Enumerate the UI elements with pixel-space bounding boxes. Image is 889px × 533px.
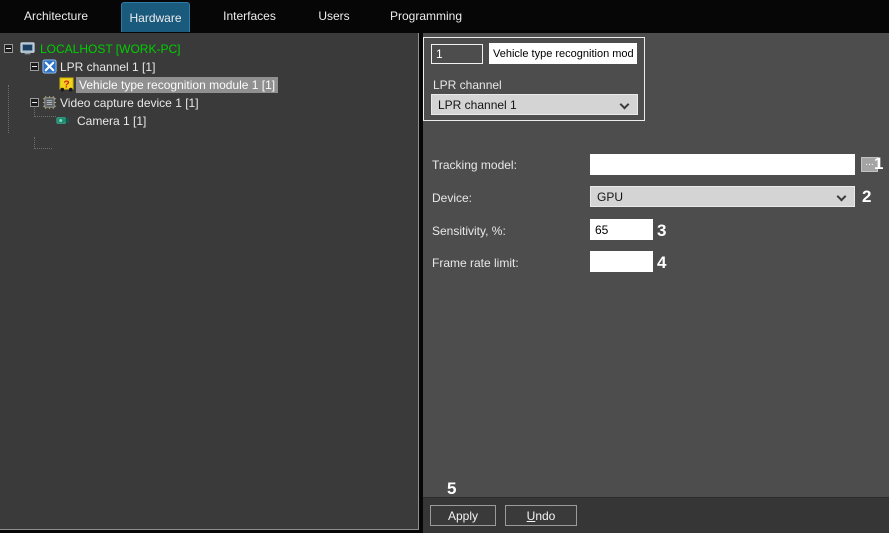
annotation-2: 2 (862, 188, 871, 205)
camera-icon (56, 113, 71, 128)
tree-item-label: Camera 1 [1] (77, 114, 146, 128)
tab-label: Hardware (129, 11, 181, 25)
tree-item-localhost[interactable]: LOCALHOST [WORK-PC] (0, 40, 418, 58)
annotation-3: 3 (657, 222, 666, 239)
object-settings-panel: LPR channel LPR channel 1 Tracking model… (423, 33, 889, 533)
chip-icon (42, 95, 57, 110)
tab-label: Interfaces (223, 9, 276, 23)
monitor-icon (20, 41, 35, 56)
minus-glyph (32, 66, 37, 67)
sensitivity-label: Sensitivity, %: (432, 224, 506, 238)
tree-item-vehicle-module[interactable]: ? Vehicle type recognition module 1 [1] (0, 76, 418, 94)
collapse-toggle[interactable] (30, 98, 39, 107)
ellipsis-icon: ... (865, 157, 873, 168)
tab-users[interactable]: Users (306, 0, 362, 32)
tracking-model-input[interactable] (590, 154, 855, 175)
device-select[interactable]: GPU (590, 186, 855, 207)
annotation-4: 4 (657, 254, 666, 271)
frame-rate-limit-label: Frame rate limit: (432, 256, 519, 270)
tree-item-lpr-channel[interactable]: LPR channel 1 [1] (0, 58, 418, 76)
tree-item-video-capture-device[interactable]: Video capture device 1 [1] (0, 94, 418, 112)
main-tab-bar: Architecture Hardware Interfaces Users P… (0, 0, 889, 32)
tab-label: Programming (390, 9, 462, 23)
object-id-field[interactable] (431, 44, 483, 64)
object-name-field[interactable] (489, 43, 637, 64)
tree-item-label: Video capture device 1 [1] (60, 96, 199, 110)
chevron-down-icon (837, 192, 847, 202)
lpr-channel-icon (42, 59, 57, 74)
vehicle-module-icon: ? (59, 77, 74, 92)
tab-hardware[interactable]: Hardware (121, 2, 190, 32)
lpr-channel-label: LPR channel (433, 78, 502, 92)
tracking-model-label: Tracking model: (432, 158, 517, 172)
lpr-channel-select[interactable]: LPR channel 1 (431, 94, 638, 115)
tree-item-label: LOCALHOST [WORK-PC] (40, 42, 180, 56)
undo-button[interactable]: Undo (505, 505, 577, 526)
undo-button-label: ndo (535, 509, 555, 523)
device-select-value: GPU (597, 190, 623, 204)
lpr-channel-select-value: LPR channel 1 (438, 98, 517, 112)
apply-button-label: Apply (448, 509, 478, 523)
tree-item-label-selected: Vehicle type recognition module 1 [1] (76, 77, 278, 93)
svg-text:?: ? (63, 79, 69, 90)
annotation-1: 1 (874, 155, 883, 172)
tab-programming[interactable]: Programming (383, 0, 469, 32)
device-label: Device: (432, 191, 472, 205)
tree-item-camera[interactable]: Camera 1 [1] (0, 112, 418, 130)
minus-glyph (32, 102, 37, 103)
collapse-toggle[interactable] (4, 44, 13, 53)
tab-label: Users (318, 9, 349, 23)
hardware-tree-panel: LOCALHOST [WORK-PC] LPR channel 1 [1] ? … (0, 33, 419, 530)
minus-glyph (6, 48, 11, 49)
chevron-down-icon (620, 100, 630, 110)
undo-button-mnemonic: U (527, 509, 536, 523)
apply-button[interactable]: Apply (430, 505, 496, 526)
object-identity-box: LPR channel LPR channel 1 (423, 37, 645, 121)
tree-guide-line (34, 137, 52, 149)
tree-item-label: LPR channel 1 [1] (60, 60, 155, 74)
sensitivity-input[interactable] (590, 219, 653, 240)
frame-rate-limit-input[interactable] (590, 251, 653, 272)
tab-interfaces[interactable]: Interfaces (206, 0, 293, 32)
collapse-toggle[interactable] (30, 62, 39, 71)
annotation-5: 5 (447, 480, 456, 497)
tab-label: Architecture (24, 9, 88, 23)
bottom-button-bar: Apply Undo (423, 497, 889, 533)
tab-architecture[interactable]: Architecture (12, 0, 100, 32)
